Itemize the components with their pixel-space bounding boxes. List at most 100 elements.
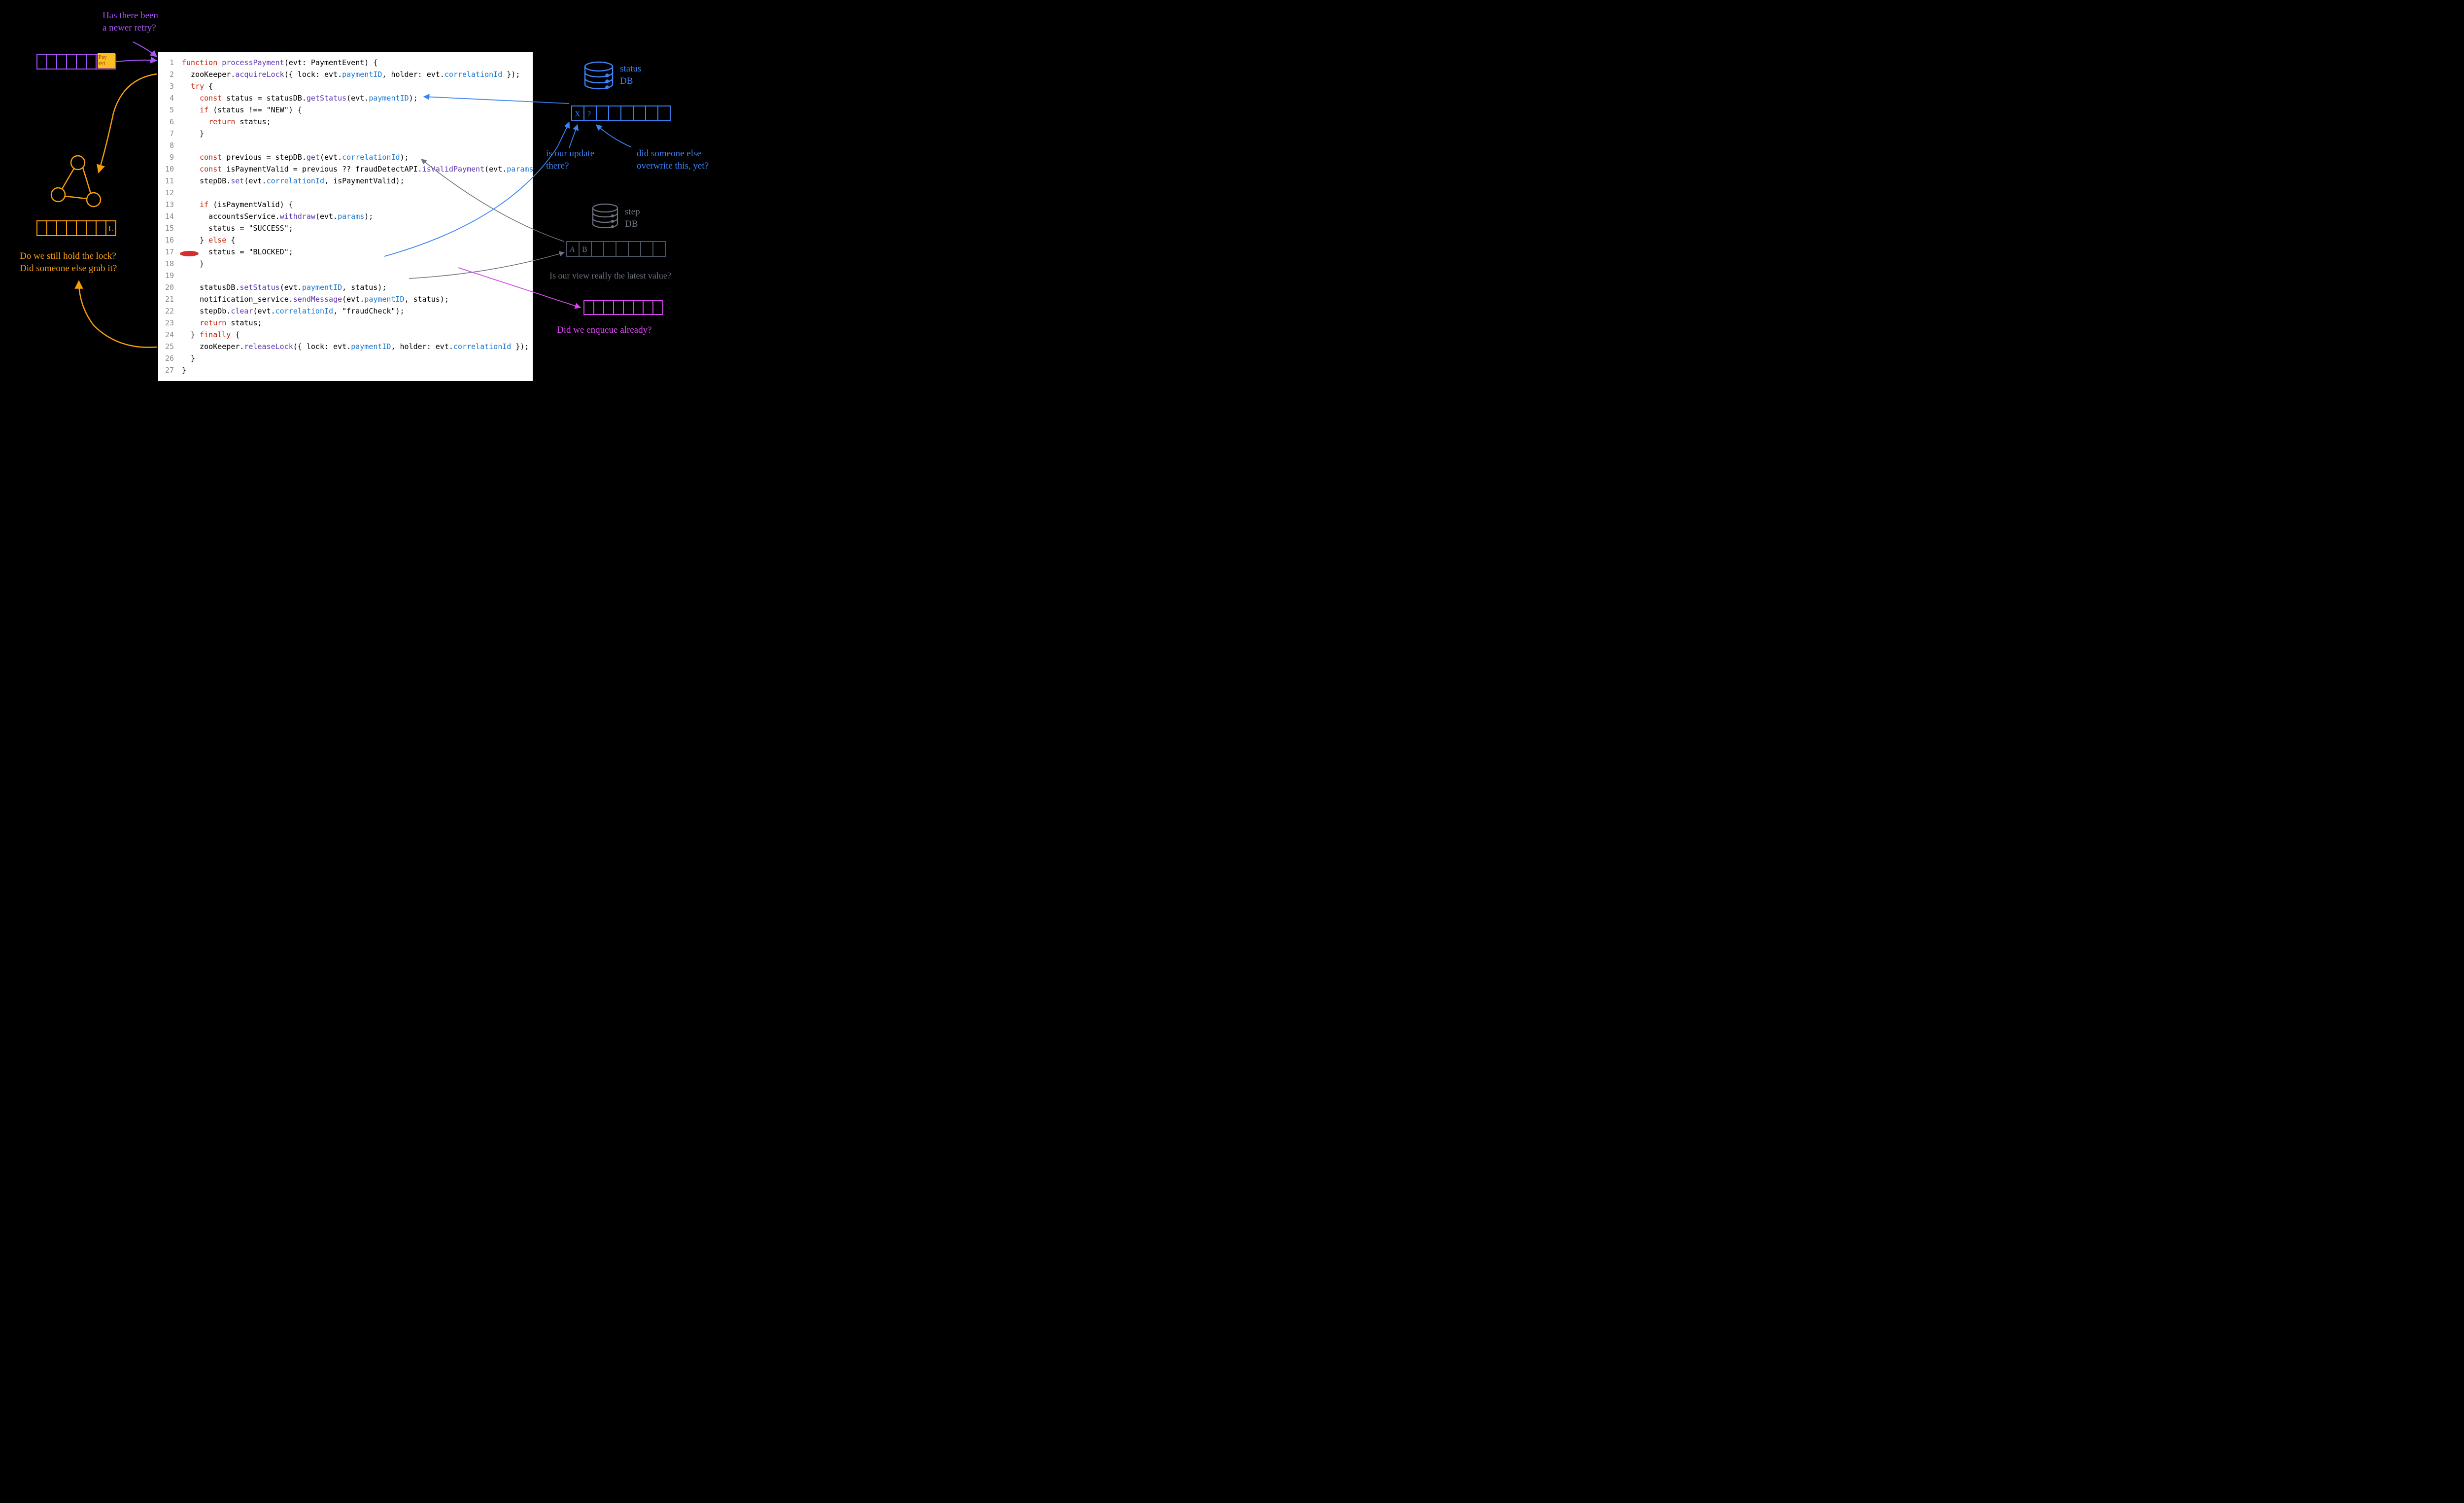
notification-queue [584, 301, 663, 315]
label-lock-question: Do we still hold the lock?Did someone el… [20, 250, 117, 275]
label-enqueue-q: Did we enqueue already? [557, 324, 652, 337]
line-number: 25 [158, 341, 182, 352]
code-line: 19 [158, 270, 533, 281]
code-content: notification_service.sendMessage(evt.pay… [182, 293, 533, 305]
code-content: status = "SUCCESS"; [182, 222, 533, 234]
label-newer-retry: Has there beena newer retry? [103, 10, 158, 34]
arrow-retry-question-to-code [133, 42, 157, 57]
arrow-update-there [569, 125, 578, 148]
sticky-note-pay-evt: Payevt [98, 53, 115, 68]
code-line: 12 [158, 187, 533, 199]
code-line: 6 return status; [158, 116, 533, 128]
code-content: statusDB.setStatus(evt.paymentID, status… [182, 281, 533, 293]
code-line: 8 [158, 140, 533, 151]
label-step-db: stepDB [625, 206, 640, 230]
code-line: 25 zooKeeper.releaseLock({ lock: evt.pay… [158, 341, 533, 352]
code-line: 9 const previous = stepDB.get(evt.correl… [158, 151, 533, 163]
line-number: 23 [158, 317, 182, 329]
line-number: 12 [158, 187, 182, 199]
code-line: 7 } [158, 128, 533, 140]
line-number: 6 [158, 116, 182, 128]
code-line: 21 notification_service.sendMessage(evt.… [158, 293, 533, 305]
line-number: 15 [158, 222, 182, 234]
code-line: 16 } else { [158, 234, 533, 246]
code-content: } [182, 258, 533, 270]
label-status-q2: did someone elseoverwrite this, yet? [637, 148, 709, 172]
line-number: 21 [158, 293, 182, 305]
code-line: 18 } [158, 258, 533, 270]
code-content: zooKeeper.acquireLock({ lock: evt.paymen… [182, 69, 533, 80]
line-number: 10 [158, 163, 182, 175]
code-content [182, 187, 533, 199]
code-line: 3 try { [158, 80, 533, 92]
code-content: try { [182, 80, 533, 92]
line-number: 7 [158, 128, 182, 140]
zookeeper-graph [51, 156, 101, 207]
code-line: 4 const status = statusDB.getStatus(evt.… [158, 92, 533, 104]
line-number: 2 [158, 69, 182, 80]
code-line: 1function processPayment(evt: PaymentEve… [158, 57, 533, 69]
status-cell-X: X [575, 110, 581, 118]
step-cell-A: A [569, 245, 575, 254]
code-content: } finally { [182, 329, 533, 341]
code-content: return status; [182, 116, 533, 128]
line-number: 26 [158, 352, 182, 364]
label-status-q1: is our updatethere? [546, 148, 594, 172]
code-content: zooKeeper.releaseLock({ lock: evt.paymen… [182, 341, 533, 352]
code-panel: 1function processPayment(evt: PaymentEve… [158, 52, 533, 381]
code-content: if (status !== "NEW") { [182, 104, 533, 116]
line-number: 22 [158, 305, 182, 317]
code-content: } [182, 128, 533, 140]
code-line: 22 stepDb.clear(evt.correlationId, "frau… [158, 305, 533, 317]
code-content: } [182, 364, 533, 376]
line-number: 27 [158, 364, 182, 376]
code-content [182, 140, 533, 151]
code-content: const isPaymentValid = previous ?? fraud… [182, 163, 547, 175]
code-content: stepDb.clear(evt.correlationId, "fraudCh… [182, 305, 533, 317]
code-line: 20 statusDB.setStatus(evt.paymentID, sta… [158, 281, 533, 293]
step-cell-B: B [582, 245, 587, 254]
code-line: 5 if (status !== "NEW") { [158, 104, 533, 116]
lock-table [37, 221, 116, 236]
code-line: 23 return status; [158, 317, 533, 329]
line-number: 1 [158, 57, 182, 69]
code-line: 2 zooKeeper.acquireLock({ lock: evt.paym… [158, 69, 533, 80]
step-db-table [567, 242, 665, 256]
line-number: 13 [158, 199, 182, 210]
line-number: 3 [158, 80, 182, 92]
code-line: 13 if (isPaymentValid) { [158, 199, 533, 210]
step-db-icon [593, 204, 617, 228]
arrow-acquire-lock-to-zk [99, 74, 157, 173]
code-content: if (isPaymentValid) { [182, 199, 533, 210]
code-line: 10 const isPaymentValid = previous ?? fr… [158, 163, 533, 175]
line-number: 20 [158, 281, 182, 293]
code-line: 15 status = "SUCCESS"; [158, 222, 533, 234]
status-db-table [572, 106, 670, 121]
lock-cell-L: L [108, 225, 113, 233]
line-number: 17 [158, 246, 182, 258]
code-content: function processPayment(evt: PaymentEven… [182, 57, 533, 69]
code-line: 26 } [158, 352, 533, 364]
code-content: } [182, 352, 533, 364]
line-number: 19 [158, 270, 182, 281]
line-number: 5 [158, 104, 182, 116]
line-number: 18 [158, 258, 182, 270]
line-number: 14 [158, 210, 182, 222]
code-content: status = "BLOCKED"; [182, 246, 533, 258]
code-line: 11 stepDB.set(evt.correlationId, isPayme… [158, 175, 533, 187]
code-line: 17 status = "BLOCKED"; [158, 246, 533, 258]
arrow-queue-to-code [116, 60, 157, 62]
code-line: 24 } finally { [158, 329, 533, 341]
line-number: 9 [158, 151, 182, 163]
arrow-overwrite [596, 125, 631, 147]
code-content: return status; [182, 317, 533, 329]
line-number: 16 [158, 234, 182, 246]
label-step-q: Is our view really the latest value? [549, 270, 671, 281]
code-line: 14 accountsService.withdraw(evt.params); [158, 210, 533, 222]
code-line: 27} [158, 364, 533, 376]
arrow-release-lock-to-question [79, 281, 157, 348]
code-content: const previous = stepDB.get(evt.correlat… [182, 151, 533, 163]
line-number: 8 [158, 140, 182, 151]
line-number: 11 [158, 175, 182, 187]
label-status-db: statusDB [620, 63, 641, 87]
